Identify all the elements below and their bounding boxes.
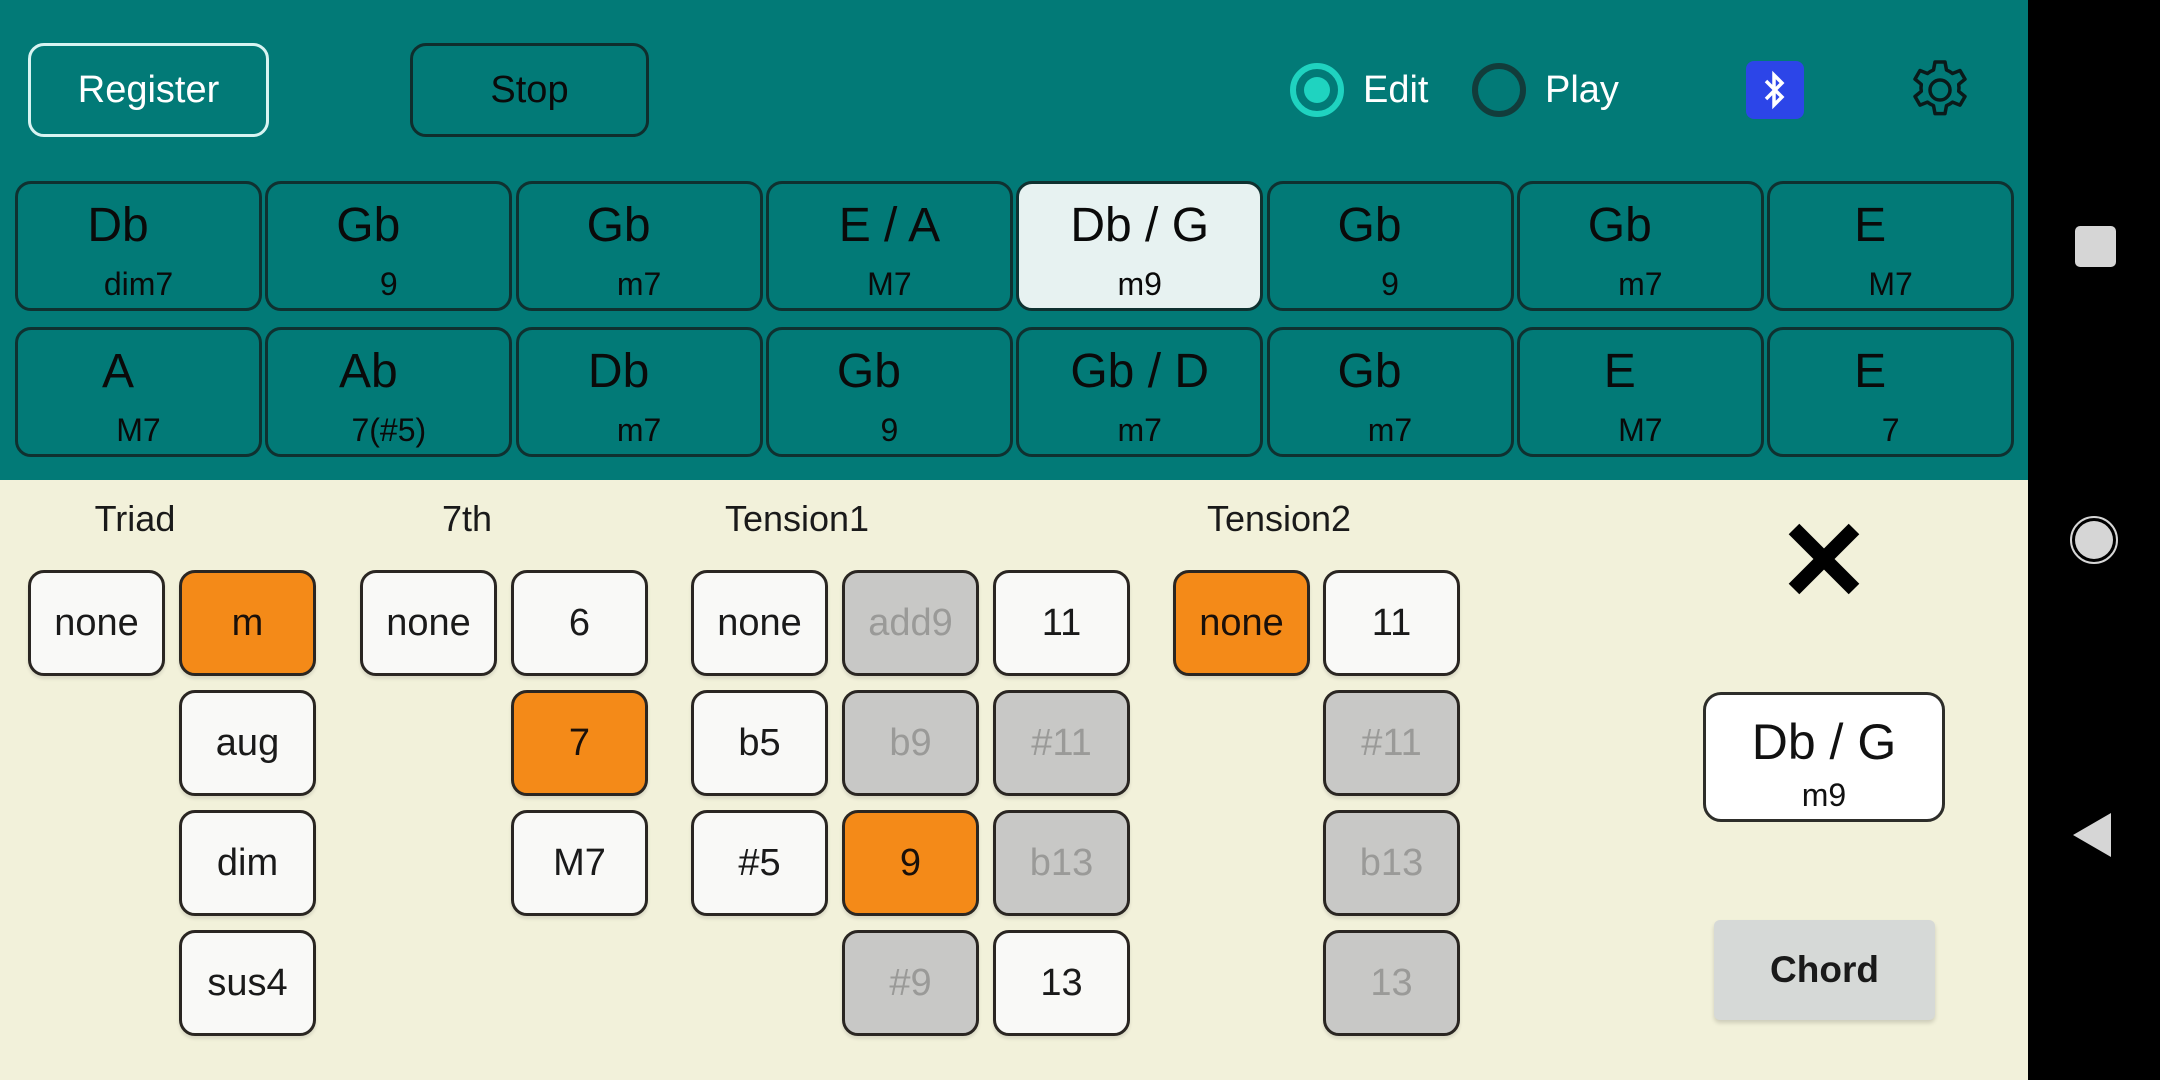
chord-cell[interactable]: Db m7 xyxy=(515,327,763,457)
chord-cell[interactable]: E / A M7 xyxy=(765,181,1013,311)
chord-cell[interactable]: E M7 xyxy=(1516,327,1764,457)
option-button[interactable]: b13 xyxy=(1323,810,1460,916)
chord-cell[interactable]: E7 xyxy=(1767,327,2015,457)
mode-radio-label: Edit xyxy=(1363,68,1429,111)
chord-quality: m9 xyxy=(1117,266,1162,302)
current-chord-display: Db / G m9 xyxy=(1703,692,1945,822)
current-chord-quality: m9 xyxy=(1801,777,1847,813)
option-button[interactable]: #11 xyxy=(993,690,1130,796)
option-button[interactable]: b9 xyxy=(842,690,979,796)
bluetooth-button[interactable] xyxy=(1746,61,1804,119)
settings-button[interactable] xyxy=(1908,58,1972,122)
mode-radio-play[interactable]: Play xyxy=(1472,63,1619,117)
register-button[interactable]: Register xyxy=(28,43,269,137)
section-title-7th: 7th xyxy=(441,498,493,539)
chord-root: Gb xyxy=(1587,199,1652,252)
chord-root: Gb xyxy=(836,345,901,398)
section-title-tension2: Tension2 xyxy=(1206,498,1352,539)
chord-root: E xyxy=(1854,199,1887,252)
stop-button[interactable]: Stop xyxy=(410,43,649,137)
radio-checked-icon xyxy=(1290,63,1344,117)
chord-quality: M7 xyxy=(1868,266,1913,302)
chord-cell[interactable]: Db / G m9 xyxy=(1016,181,1264,311)
chord-cell[interactable]: Gb m7 xyxy=(515,181,763,311)
chord-quality: m7 xyxy=(616,412,662,448)
chord-root: Gb xyxy=(1337,345,1402,398)
option-button[interactable]: 9 xyxy=(842,810,979,916)
mode-radio-edit[interactable]: Edit xyxy=(1290,63,1428,117)
chord-cell[interactable]: A M7 xyxy=(15,327,262,457)
chord-quality: M7 xyxy=(1618,412,1663,448)
chord-quality: m7 xyxy=(1117,412,1162,448)
chord-cell[interactable]: Gb m7 xyxy=(1516,181,1764,311)
option-button[interactable]: 6 xyxy=(511,570,648,676)
option-button[interactable]: 11 xyxy=(1323,570,1460,676)
section-title-tension1: Tension1 xyxy=(724,498,870,539)
chord-cell[interactable]: Gb / D m7 xyxy=(1016,327,1264,457)
chord-cell[interactable]: Gb 9 xyxy=(265,181,513,311)
chord-cell[interactable]: Db dim7 xyxy=(15,181,262,311)
option-button[interactable]: sus4 xyxy=(179,930,316,1036)
bluetooth-icon xyxy=(1764,70,1785,110)
option-button[interactable]: none xyxy=(360,570,497,676)
chord-quality: m7 xyxy=(1618,266,1663,302)
chord-quality: m7 xyxy=(616,266,662,302)
chord-root: Db xyxy=(587,345,650,398)
square-recents-icon[interactable] xyxy=(2075,226,2116,267)
circle-home-icon[interactable] xyxy=(2070,516,2118,564)
chord-root: Gb xyxy=(1337,199,1402,252)
chord-root: Db / G xyxy=(1070,199,1210,252)
option-button[interactable]: M7 xyxy=(511,810,648,916)
current-chord-root: Db / G xyxy=(1751,714,1897,770)
option-button[interactable]: #9 xyxy=(842,930,979,1036)
chord-root: A xyxy=(101,345,135,398)
option-button[interactable]: b5 xyxy=(691,690,828,796)
chord-cell[interactable]: Gb 9 xyxy=(765,327,1013,457)
header-panel: Register Stop Edit Play Db dim7 Gb 9 Gb m7 E /… xyxy=(0,0,2028,480)
option-button[interactable]: add9 xyxy=(842,570,979,676)
chord-quality: M7 xyxy=(116,412,161,448)
section-title-triad: Triad xyxy=(94,498,176,539)
option-button[interactable]: 13 xyxy=(1323,930,1460,1036)
option-button[interactable]: 13 xyxy=(993,930,1130,1036)
chord-app: Register Stop Edit Play Db dim7 Gb 9 Gb m7 E /… xyxy=(0,0,2028,1080)
chord-root: Gb xyxy=(586,199,651,252)
chord-cell[interactable]: Gb m7 xyxy=(1266,327,1514,457)
triangle-back-icon[interactable] xyxy=(2073,813,2111,857)
option-button[interactable]: #11 xyxy=(1323,690,1460,796)
chord-quality: 9 xyxy=(379,266,398,302)
chord-quality: 7(#5) xyxy=(351,412,427,448)
option-button[interactable]: b13 xyxy=(993,810,1130,916)
chord-root: Gb xyxy=(336,199,401,252)
chord-root: Gb / D xyxy=(1070,345,1210,398)
chord-root: E / A xyxy=(838,199,941,252)
chord-quality: m7 xyxy=(1367,412,1413,448)
chord-root: Ab xyxy=(338,345,398,398)
chord-quality: 7 xyxy=(1881,412,1900,448)
option-button[interactable]: 7 xyxy=(511,690,648,796)
chord-button[interactable]: Chord xyxy=(1714,920,1935,1020)
chord-cell[interactable]: E M7 xyxy=(1767,181,2015,311)
option-button[interactable]: none xyxy=(28,570,165,676)
radio-unchecked-icon xyxy=(1472,63,1526,117)
chord-quality: 9 xyxy=(1381,266,1399,302)
option-button[interactable]: m xyxy=(179,570,316,676)
chord-cell[interactable]: Ab 7(#5) xyxy=(265,327,513,457)
mode-radio-label: Play xyxy=(1545,68,1619,111)
option-button[interactable]: none xyxy=(691,570,828,676)
chord-root: Db xyxy=(87,199,149,252)
chord-quality: dim7 xyxy=(103,266,174,302)
chord-quality: M7 xyxy=(867,266,912,302)
option-button[interactable]: dim xyxy=(179,810,316,916)
chord-root: E xyxy=(1854,345,1887,398)
chord-cell[interactable]: Gb 9 xyxy=(1266,181,1514,311)
option-button[interactable]: aug xyxy=(179,690,316,796)
option-button[interactable]: 11 xyxy=(993,570,1130,676)
option-button[interactable]: #5 xyxy=(691,810,828,916)
chord-root: E xyxy=(1603,345,1636,398)
gear-icon xyxy=(1913,60,1967,116)
option-button[interactable]: none xyxy=(1173,570,1310,676)
chord-quality: 9 xyxy=(880,412,899,448)
close-icon[interactable] xyxy=(1786,521,1862,597)
